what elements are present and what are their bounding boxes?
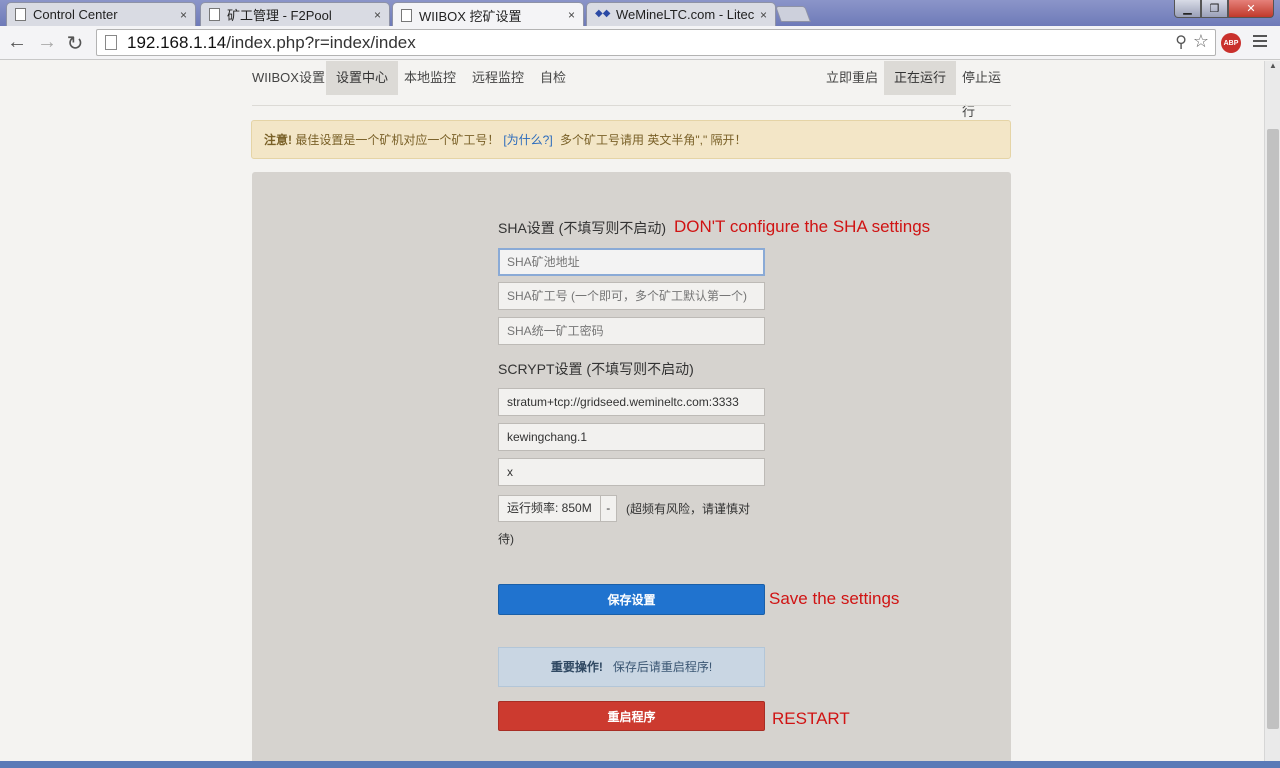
frequency-value[interactable]: 运行频率: 850M [498,495,601,522]
page-icon [401,8,412,22]
page-icon [15,8,26,21]
nav-running[interactable]: 正在运行 [884,61,957,95]
sha-worker-input[interactable] [498,282,765,310]
os-taskbar [0,761,1280,768]
browser-tab-wemineltc[interactable]: ◆◆ WeMineLTC.com - Litec × [586,2,776,26]
page-icon [209,8,220,21]
tab-label: Control Center [33,7,118,22]
forward-arrow-icon[interactable]: → [36,31,58,54]
restart-annotation: RESTART [772,709,850,728]
overclock-warning-wrap: 待) [498,532,514,546]
scroll-thumb[interactable] [1267,129,1279,729]
scrypt-section-label: SCRYPT设置 (不填写则不启动) [498,361,694,377]
alert-text-2: 多个矿工号请用 英文半角"," 隔开！ [556,133,747,147]
restart-program-button[interactable]: 重启程序 [498,701,765,731]
maximize-window-icon[interactable]: ❐ [1201,0,1228,18]
scroll-up-icon[interactable]: ▲ [1265,61,1280,75]
nav-remote-monitor[interactable]: 远程监控 [462,61,534,95]
frequency-dropdown-toggle[interactable]: - [600,495,617,522]
warning-alert: 注意! 最佳设置是一个矿机对应一个矿工号！ [为什么?] 多个矿工号请用 英文半角… [251,120,1011,159]
sha-pool-input[interactable] [498,248,765,276]
alert-strong: 注意! [264,133,292,147]
minimize-window-icon[interactable]: ▁ [1174,0,1201,18]
notice-strong: 重要操作! [550,660,603,674]
frequency-select[interactable]: 运行频率: 850M - [498,495,617,522]
close-icon[interactable]: × [760,8,767,22]
back-arrow-icon[interactable]: ← [6,31,28,54]
why-link[interactable]: [为什么?] [503,131,552,148]
sha-section-label: SHA设置 (不填写则不启动) [498,220,666,236]
overclock-warning: (超频有风险，请谨慎对 [626,502,750,516]
scrypt-password-input[interactable] [498,458,765,486]
close-icon[interactable]: × [374,8,381,22]
ltc-favicon-icon: ◆◆ [595,8,611,19]
nav-local-monitor[interactable]: 本地监控 [394,61,466,95]
hamburger-menu-icon[interactable] [1253,35,1267,49]
nav-settings-center[interactable]: 设置中心 [326,61,399,95]
close-icon[interactable]: × [568,8,575,22]
nav-wiibox-settings[interactable]: WIIBOX设置 [242,61,335,95]
browser-toolbar: ← → ↻ 192.168.1.14/index.php?r=index/ind… [0,26,1280,60]
nav-restart-now[interactable]: 立即重启 [816,61,888,95]
tab-label: WeMineLTC.com - Litec [616,7,754,22]
url-host: 192.168.1.14 [127,32,227,52]
url-path: /index.php?r=index/index [226,32,416,52]
save-annotation: Save the settings [769,589,900,608]
nav-self-check[interactable]: 自检 [530,61,576,95]
notice-text: 保存后请重启程序! [602,660,713,674]
save-settings-button[interactable]: 保存设置 [498,584,765,615]
page-icon [105,35,117,50]
address-bar[interactable]: 192.168.1.14/index.php?r=index/index ⚲ ☆ [96,29,1216,56]
new-tab-button[interactable] [775,6,811,22]
url-text: 192.168.1.14/index.php?r=index/index [127,33,416,53]
close-icon[interactable]: × [180,8,187,22]
page-content: WIIBOX设置 设置中心 本地监控 远程监控 自检 立即重启 正在运行 停止运… [0,61,1264,768]
restart-notice: 重要操作! 保存后请重启程序! [498,647,765,687]
adblock-icon[interactable]: ABP [1221,33,1241,53]
page-scrollbar[interactable]: ▲ [1264,61,1280,768]
alert-text-1: 最佳设置是一个矿机对应一个矿工号！ [292,133,500,147]
browser-tab-wiibox[interactable]: WIIBOX 挖矿设置 × [392,2,584,27]
bookmark-star-icon[interactable]: ☆ [1193,31,1209,52]
nav-stop[interactable]: 停止运行 [952,61,1012,119]
top-navigation: WIIBOX设置 设置中心 本地监控 远程监控 自检 立即重启 正在运行 停止运… [242,61,1012,119]
sha-annotation: DON'T configure the SHA settings [674,217,931,236]
divider [252,105,1011,106]
tab-label: 矿工管理 - F2Pool [227,8,332,23]
reload-icon[interactable]: ↻ [64,31,86,56]
browser-tab-control-center[interactable]: Control Center × [6,2,196,26]
tab-label: WIIBOX 挖矿设置 [419,8,522,24]
scrypt-worker-input[interactable] [498,423,765,451]
zoom-icon[interactable]: ⚲ [1175,32,1187,52]
browser-tab-f2pool[interactable]: 矿工管理 - F2Pool × [200,2,390,26]
scrypt-pool-input[interactable] [498,388,765,416]
browser-tab-strip: Control Center × 矿工管理 - F2Pool × WIIBOX … [0,0,1280,27]
close-window-icon[interactable]: ✕ [1228,0,1274,18]
sha-password-input[interactable] [498,317,765,345]
